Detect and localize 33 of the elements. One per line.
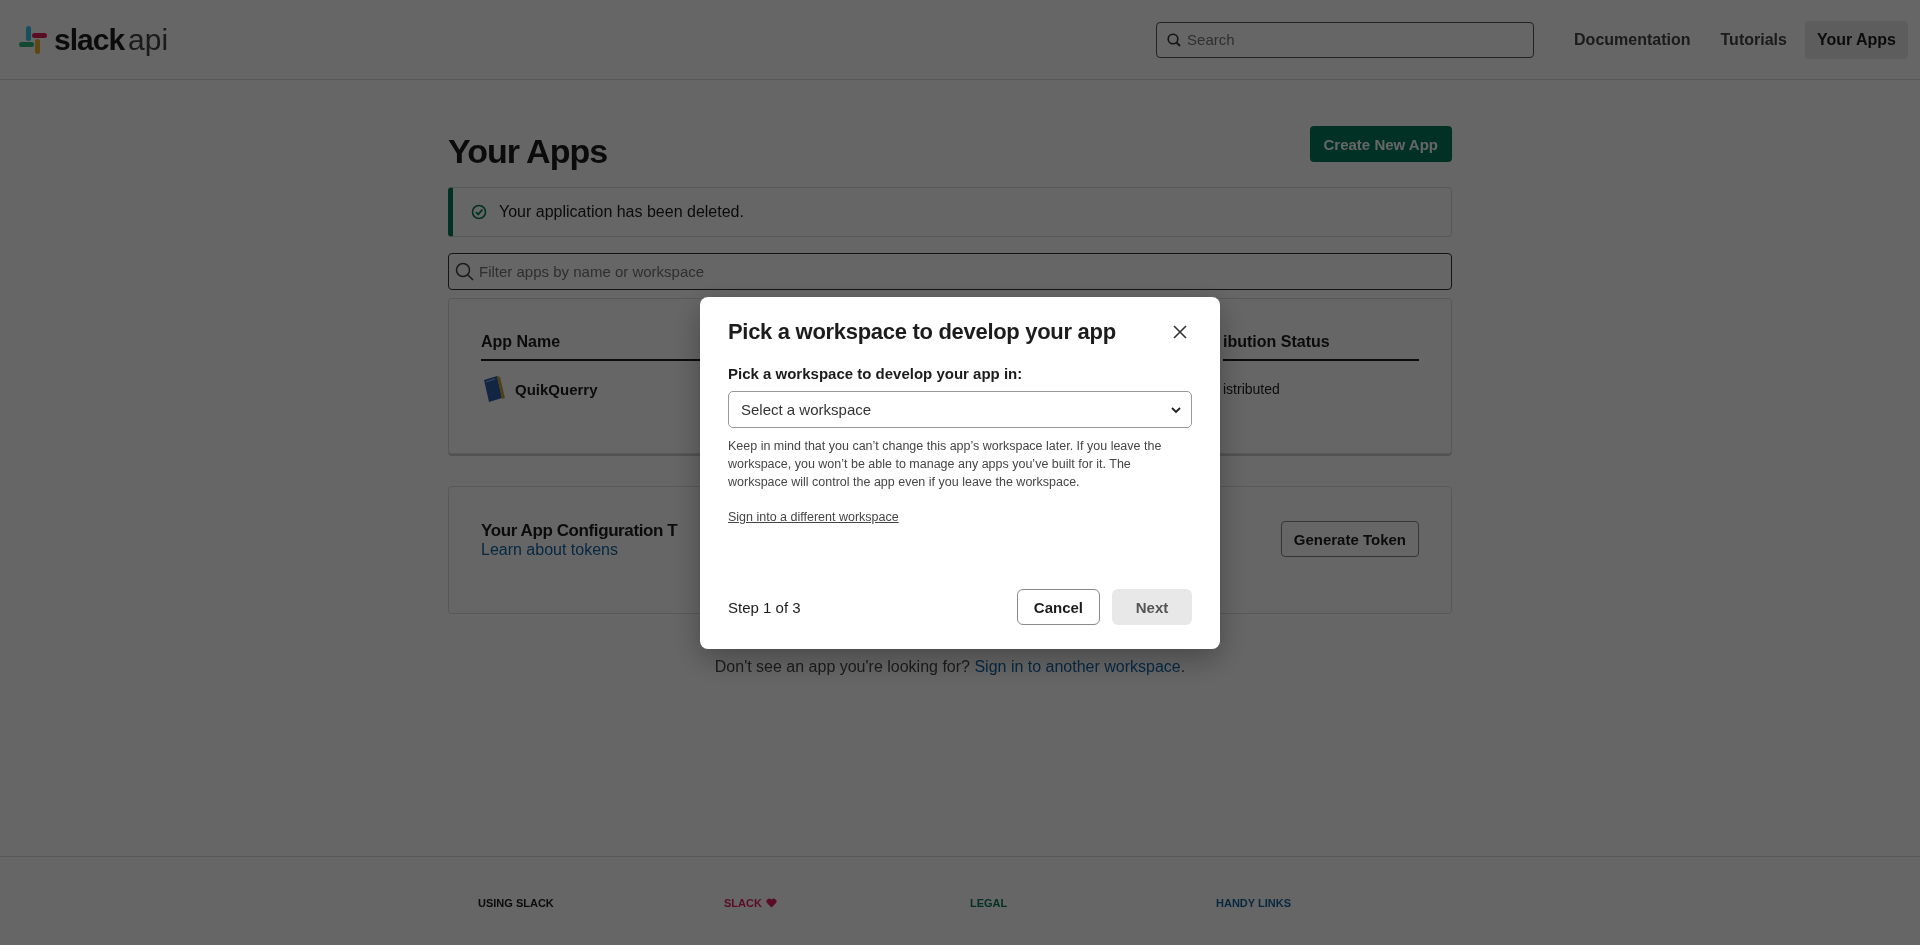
create-app-button[interactable]: Create New App [1309, 126, 1452, 162]
footer-heading: USING SLACK [478, 897, 554, 909]
footer-heading: LEGAL [970, 897, 1008, 909]
footer-heading: HANDY LINKS [1216, 897, 1291, 909]
tokens-link[interactable]: Learn about tokens [481, 541, 618, 558]
different-workspace-link[interactable]: Sign into a different workspace [728, 510, 899, 524]
app-name[interactable]: QuikQuerry [515, 380, 598, 398]
footer-heading: SLACK [724, 897, 762, 909]
field-label: Pick a workspace to develop your app in: [728, 365, 1024, 382]
cancel-button[interactable]: Cancel [1016, 589, 1100, 625]
search-icon [455, 262, 475, 282]
book-icon [481, 375, 505, 403]
page-title: Your Apps [448, 132, 608, 171]
search-icon [1167, 32, 1182, 47]
card-title: Your App Configuration T [481, 521, 678, 541]
logo-suffix: api [128, 22, 169, 56]
table-cell: istributed [1223, 381, 1280, 397]
nav-tab[interactable]: Your Apps [1804, 20, 1908, 59]
workspace-select[interactable]: Select a workspace [728, 391, 1192, 428]
generate-token-button[interactable]: Generate Token [1280, 521, 1419, 557]
note-text: Don't see an app you're looking for? Sign in to another workspace. [714, 658, 1186, 675]
sign-in-link[interactable]: Sign in to another workspace [974, 658, 1181, 675]
alert-message: Your application has been deleted. [499, 203, 744, 221]
chevron-down-icon [1171, 405, 1181, 414]
logo-text: slack [54, 22, 125, 56]
step-indicator: Step 1 of 3 [728, 598, 801, 616]
close-icon [1172, 324, 1188, 340]
hint-text: Keep in mind that you can’t change this app’s workspace later. If you leave the workspace, you won’t be able to manage any apps you’ve built for it. The workspace will control the app even if you leave the workspace. [728, 438, 1163, 491]
nav-tab[interactable]: Documentation [1562, 20, 1703, 59]
slack-logo-icon [18, 24, 48, 55]
check-circle-icon [471, 204, 487, 220]
column-header: ibution Status [1223, 333, 1419, 361]
nav-tab[interactable]: Tutorials [1708, 20, 1799, 59]
